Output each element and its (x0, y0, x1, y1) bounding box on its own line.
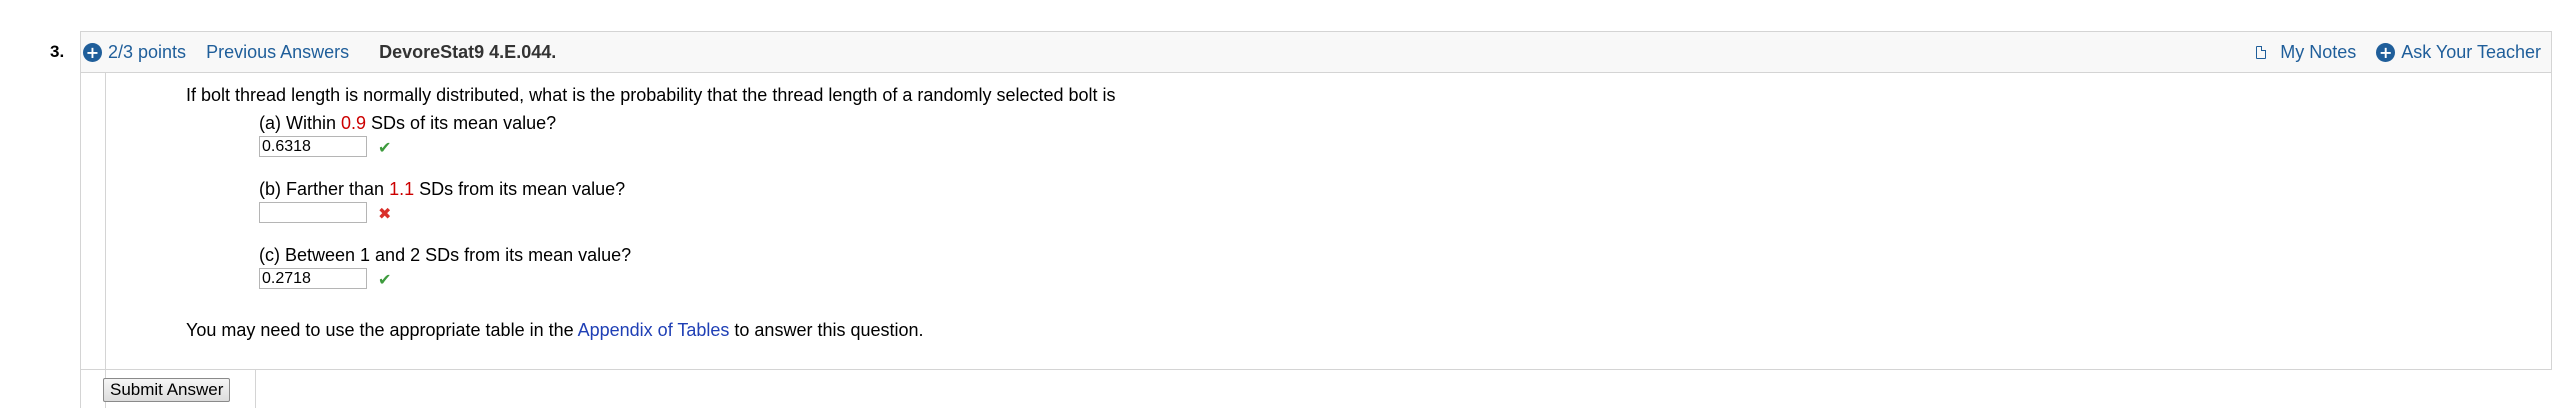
part-b-value: 1.1 (389, 179, 415, 199)
table-hint-pre: You may need to use the appropriate tabl… (186, 320, 578, 340)
question-prompt: If bolt thread length is normally distri… (186, 85, 1116, 105)
cross-icon: ✖ (378, 204, 392, 223)
question-content: If bolt thread length is normally distri… (105, 73, 2551, 369)
part-b-post: SDs from its mean value? (414, 179, 626, 199)
part-a-label: (a) Within 0.9 SDs of its mean value? (259, 113, 556, 134)
part-c-label: (c) Between 1 and 2 SDs from its mean va… (259, 245, 632, 265)
my-notes-link[interactable]: My Notes (2280, 42, 2356, 63)
part-a-pre: (a) Within (259, 113, 342, 133)
part-b-answer-input[interactable] (259, 202, 367, 223)
header-right: My Notes + Ask Your Teacher (2256, 32, 2541, 73)
check-icon: ✔ (378, 138, 392, 157)
table-hint: You may need to use the appropriate tabl… (186, 320, 924, 341)
points-link[interactable]: 2/3 points (108, 42, 186, 63)
part-b-pre: (b) Farther than (259, 179, 390, 199)
appendix-of-tables-link[interactable]: Appendix of Tables (578, 320, 730, 340)
part-a-post: SDs of its mean value? (366, 113, 557, 133)
question-source: DevoreStat9 4.E.044. (379, 42, 557, 62)
question-body: If bolt thread length is normally distri… (80, 72, 2552, 370)
question-number: 3. (50, 42, 65, 61)
header-left: + 2/3 points Previous Answers DevoreStat… (83, 32, 556, 73)
plus-circle-icon[interactable]: + (2376, 43, 2396, 62)
part-c-answer-input[interactable] (259, 268, 367, 289)
submit-area: Submit Answer (80, 370, 256, 408)
question-header: + 2/3 points Previous Answers DevoreStat… (80, 31, 2552, 72)
previous-answers-link[interactable]: Previous Answers (206, 42, 349, 63)
check-icon: ✔ (378, 270, 392, 289)
ask-your-teacher-link[interactable]: Ask Your Teacher (2401, 42, 2541, 63)
submit-answer-button[interactable]: Submit Answer (103, 378, 231, 402)
part-a-answer-input[interactable] (259, 136, 367, 157)
note-icon[interactable] (2256, 46, 2267, 59)
table-hint-post: to answer this question. (729, 320, 924, 340)
part-a-value: 0.9 (341, 113, 367, 133)
part-b-label: (b) Farther than 1.1 SDs from its mean v… (259, 179, 625, 200)
plus-circle-icon[interactable]: + (83, 43, 102, 62)
